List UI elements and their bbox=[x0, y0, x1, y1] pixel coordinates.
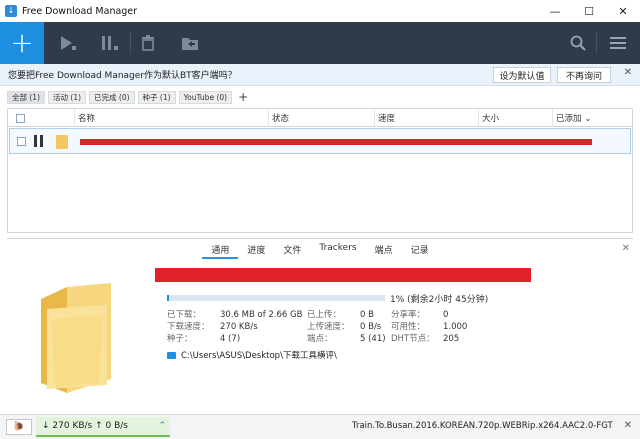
window-title: Free Download Manager bbox=[22, 5, 138, 17]
app-logo-icon: ↓ bbox=[5, 5, 17, 17]
download-speed-value: 270 KB/s bbox=[220, 322, 258, 332]
close-window-button[interactable]: ✕ bbox=[606, 0, 640, 22]
download-speed-label: 下载速度： bbox=[167, 322, 210, 332]
row-checkbox[interactable] bbox=[17, 137, 26, 146]
column-added[interactable]: 已添加 ⌄ bbox=[552, 109, 632, 127]
bt-default-prompt: 您要把Free Download Manager作为默认BT客户端吗？ 设为默认… bbox=[0, 64, 640, 86]
tab-peers[interactable]: 端点 bbox=[366, 239, 402, 259]
bt-prompt-message: 您要把Free Download Manager作为默认BT客户端吗？ bbox=[8, 71, 237, 81]
progress-bar bbox=[167, 295, 385, 301]
play-icon[interactable] bbox=[50, 22, 86, 64]
stats-col-3-values: 0 1.000 205 bbox=[443, 309, 467, 345]
stats-col-2-values: 0 B 0 B/s 5 (41) bbox=[360, 309, 386, 345]
download-list: 名称 状态 速度 大小 已添加 ⌄ bbox=[7, 108, 633, 233]
download-row[interactable] bbox=[9, 128, 631, 154]
save-path: C:\Users\ASUS\Desktop\下载工具横评\ bbox=[181, 351, 337, 361]
snail-mode-icon[interactable]: 🐌 bbox=[6, 419, 32, 435]
save-path-link[interactable]: C:\Users\ASUS\Desktop\下载工具横评\ bbox=[167, 349, 337, 361]
filter-tabs: 全部 (1) 活动 (1) 已完成 (0) 种子 (1) YouTube (0)… bbox=[0, 86, 640, 108]
list-header: 名称 状态 速度 大小 已添加 ⌄ bbox=[8, 109, 632, 127]
progress-fill bbox=[167, 295, 170, 301]
downloaded-value: 30.6 MB of 2.66 GB bbox=[220, 310, 303, 320]
traffic-speed: ↓ 270 KB/s ↑ 0 B/s bbox=[42, 421, 128, 431]
stats-col-1-values: 30.6 MB of 2.66 GB 270 KB/s 4 (7) bbox=[220, 309, 302, 345]
tab-files[interactable]: 文件 bbox=[274, 239, 310, 259]
select-all-checkbox[interactable] bbox=[8, 109, 74, 127]
chevron-up-icon: ⌃ bbox=[158, 421, 166, 431]
stats-col-2: 已上传： 上传速度： 端点： bbox=[307, 309, 350, 345]
menu-icon[interactable] bbox=[600, 22, 636, 64]
uploaded-value: 0 B bbox=[360, 310, 374, 320]
add-filter-button[interactable]: + bbox=[238, 90, 248, 104]
seeds-label: 种子： bbox=[167, 334, 193, 344]
search-icon[interactable] bbox=[560, 22, 596, 64]
tab-trackers[interactable]: Trackers bbox=[310, 239, 365, 259]
big-folder-icon bbox=[41, 283, 111, 393]
set-default-button[interactable]: 设为默认值 bbox=[493, 67, 551, 83]
folder-icon bbox=[167, 351, 176, 359]
move-icon[interactable] bbox=[172, 22, 208, 64]
close-status-icon[interactable]: ✕ bbox=[624, 420, 632, 431]
pause-icon[interactable] bbox=[34, 135, 46, 148]
dont-ask-button[interactable]: 不再询问 bbox=[557, 67, 611, 83]
close-prompt-icon[interactable]: ✕ bbox=[624, 67, 632, 78]
status-file-name: Train.To.Busan.2016.KOREAN.720p.WEBRip.x… bbox=[352, 421, 613, 431]
column-speed[interactable]: 速度 bbox=[374, 109, 478, 127]
redacted-title bbox=[155, 268, 531, 282]
ratio-label: 分享率： bbox=[391, 310, 426, 320]
availability-value: 1.000 bbox=[443, 322, 468, 332]
peers-label: 端点： bbox=[307, 334, 333, 344]
filter-torrents[interactable]: 种子 (1) bbox=[137, 90, 176, 104]
close-details-icon[interactable]: ✕ bbox=[622, 243, 630, 254]
stats-col-3: 分享率： 可用性： DHT节点： bbox=[391, 309, 435, 345]
maximize-button[interactable]: ☐ bbox=[572, 0, 606, 22]
main-toolbar: + bbox=[0, 22, 640, 64]
downloaded-label: 已下载： bbox=[167, 310, 202, 320]
redacted-filename bbox=[80, 139, 592, 145]
filter-completed[interactable]: 已完成 (0) bbox=[89, 90, 135, 104]
upload-speed-value: 0 B/s bbox=[360, 322, 382, 332]
filter-all[interactable]: 全部 (1) bbox=[7, 90, 46, 104]
ratio-value: 0 bbox=[443, 310, 449, 320]
details-tabs: 通用 进度 文件 Trackers 端点 记录 bbox=[7, 239, 633, 259]
delete-icon[interactable] bbox=[130, 22, 166, 64]
filter-active[interactable]: 活动 (1) bbox=[48, 90, 87, 104]
tab-general[interactable]: 通用 bbox=[202, 239, 239, 259]
seeds-value: 4 (7) bbox=[220, 334, 241, 344]
progress-label: 1% (剩余2小时 45分钟) bbox=[390, 295, 489, 305]
uploaded-label: 已上传： bbox=[307, 310, 342, 320]
column-name[interactable]: 名称 bbox=[74, 109, 268, 127]
add-download-button[interactable]: + bbox=[0, 22, 44, 64]
upload-speed-label: 上传速度： bbox=[307, 322, 350, 332]
availability-label: 可用性： bbox=[391, 322, 426, 332]
window-controls: — ☐ ✕ bbox=[538, 0, 640, 22]
minimize-button[interactable]: — bbox=[538, 0, 572, 22]
folder-icon bbox=[56, 135, 68, 149]
filter-youtube[interactable]: YouTube (0) bbox=[178, 90, 233, 104]
tab-log[interactable]: 记录 bbox=[402, 239, 438, 259]
details-panel: 通用 进度 文件 Trackers 端点 记录 ✕ 1% (剩余2小时 45分钟… bbox=[7, 238, 633, 414]
tab-progress[interactable]: 进度 bbox=[238, 239, 274, 259]
column-status[interactable]: 状态 bbox=[268, 109, 374, 127]
column-size[interactable]: 大小 bbox=[478, 109, 552, 127]
dht-label: DHT节点： bbox=[391, 334, 435, 344]
pause-all-icon[interactable] bbox=[92, 22, 128, 64]
toolbar-divider bbox=[596, 32, 597, 54]
title-bar: ↓ Free Download Manager — ☐ ✕ bbox=[0, 0, 640, 22]
traffic-speed-button[interactable]: ↓ 270 KB/s ↑ 0 B/s ⌃ bbox=[36, 417, 170, 437]
status-bar: 🐌 ↓ 270 KB/s ↑ 0 B/s ⌃ Train.To.Busan.20… bbox=[0, 414, 640, 439]
dht-value: 205 bbox=[443, 334, 460, 344]
stats-col-1: 已下载： 下载速度： 种子： bbox=[167, 309, 210, 345]
peers-value: 5 (41) bbox=[360, 334, 386, 344]
